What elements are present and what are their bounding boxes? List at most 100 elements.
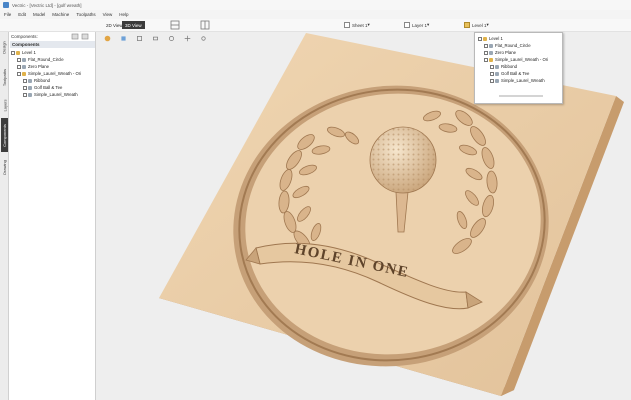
- popup-item-label: Ribbond: [501, 64, 518, 69]
- sheet-dropdown[interactable]: Sheet 1 ▾: [344, 21, 370, 29]
- split-view-icon[interactable]: [200, 20, 210, 30]
- tree-item-label: Zero Plane: [28, 64, 50, 69]
- popup-item-label: Simple_Laurel_Wreath - Ori: [495, 57, 549, 62]
- component-icon: [22, 57, 26, 62]
- tree-item-level-1[interactable]: Level 1: [11, 49, 36, 56]
- chevron-down-icon: ▾: [427, 22, 430, 27]
- tab-drawing-label: Drawing: [2, 159, 8, 175]
- tab-design-label: Design: [2, 40, 8, 54]
- layer-icon: [404, 22, 410, 28]
- component-icon: [489, 43, 493, 48]
- checkbox-icon[interactable]: [484, 43, 488, 48]
- tree-item-golf-ball-tee[interactable]: Golf Ball & Tee: [23, 84, 62, 91]
- level-dropdown-label: Level 1: [472, 22, 487, 28]
- checkbox-icon[interactable]: [484, 57, 488, 62]
- tab-layers[interactable]: Layers: [1, 94, 8, 116]
- popup-item-flat-round-circle[interactable]: Flat_Round_Circle: [484, 42, 531, 49]
- tree-item-zero-plane[interactable]: Zero Plane: [17, 63, 49, 70]
- tree-item-label: Golf Ball & Tee: [34, 85, 63, 90]
- tree-item-label: Simple_Laurel_Wreath: [34, 92, 78, 97]
- menu-view[interactable]: View: [103, 12, 113, 17]
- group-icon: [22, 71, 26, 76]
- level-icon: [464, 22, 470, 28]
- checkbox-icon[interactable]: [23, 85, 27, 90]
- sheet-dropdown-label: Sheet 1: [352, 22, 368, 28]
- tab-components[interactable]: Components: [1, 118, 8, 152]
- menu-edit[interactable]: Edit: [18, 12, 26, 17]
- menu-help[interactable]: Help: [119, 12, 128, 17]
- tab-drawing[interactable]: Drawing: [1, 154, 8, 180]
- checkbox-icon[interactable]: [490, 78, 494, 83]
- side-tab-bar: Design Toolpaths Layers Components Drawi…: [0, 32, 9, 400]
- tab-2d-view-label: 2D View: [106, 22, 123, 28]
- menu-file[interactable]: File: [4, 12, 11, 17]
- components-header: Components: [10, 41, 95, 48]
- component-icon: [22, 64, 26, 69]
- components-label: Components:: [11, 34, 38, 39]
- checkbox-icon[interactable]: [11, 50, 15, 55]
- popup-item-laurel-wreath[interactable]: Simple_Laurel_Wreath: [490, 77, 545, 84]
- checkbox-icon[interactable]: [23, 92, 27, 97]
- menu-machine[interactable]: Machine: [52, 12, 69, 17]
- checkbox-icon[interactable]: [490, 64, 494, 69]
- popup-item-level-1[interactable]: Level 1: [478, 35, 503, 42]
- checkbox-icon[interactable]: [17, 71, 21, 76]
- panel-pin-icon[interactable]: [81, 33, 89, 40]
- tab-design[interactable]: Design: [1, 34, 8, 60]
- tree-item-flat-round-circle[interactable]: Flat_Round_Circle: [17, 56, 64, 63]
- popup-item-label: Zero Plane: [495, 50, 517, 55]
- popup-item-label: Golf Ball & Tee: [501, 71, 530, 76]
- component-icon: [28, 92, 32, 97]
- component-icon: [495, 71, 499, 76]
- chevron-down-icon: ▾: [486, 22, 489, 27]
- toolbar: 2D View 3D View Sheet 1 ▾ Layer 1 ▾ Leve…: [0, 19, 631, 32]
- component-icon: [28, 78, 32, 83]
- popup-item-laurel-wreath-group[interactable]: Simple_Laurel_Wreath - Ori: [484, 56, 548, 63]
- checkbox-icon[interactable]: [23, 78, 27, 83]
- tree-item-laurel-wreath-group[interactable]: Simple_Laurel_Wreath - Ori: [17, 70, 81, 77]
- checkbox-icon[interactable]: [17, 64, 21, 69]
- menu-model[interactable]: Model: [33, 12, 45, 17]
- popup-item-label: Flat_Round_Circle: [495, 43, 531, 48]
- sheet-icon: [344, 22, 350, 28]
- tab-3d-view-label: 3D View: [125, 22, 142, 28]
- checkbox-icon[interactable]: [484, 50, 488, 55]
- group-icon: [489, 57, 493, 62]
- checkbox-icon[interactable]: [478, 36, 482, 41]
- tree-item-label: Level 1: [22, 50, 36, 55]
- popup-item-zero-plane[interactable]: Zero Plane: [484, 49, 516, 56]
- tree-item-label: Simple_Laurel_Wreath - Ori: [28, 71, 82, 76]
- level-dropdown[interactable]: Level 1 ▾: [464, 21, 489, 29]
- popup-item-label: Level 1: [489, 36, 503, 41]
- tree-item-label: Flat_Round_Circle: [28, 57, 64, 62]
- layer-dropdown[interactable]: Layer 1 ▾: [404, 21, 429, 29]
- app-logo-icon: [3, 2, 9, 8]
- components-header-label: Components: [12, 42, 40, 47]
- popup-scrollbar[interactable]: [499, 95, 543, 97]
- tab-toolpaths[interactable]: Toolpaths: [1, 62, 8, 92]
- popup-item-golf-ball-tee[interactable]: Golf Ball & Tee: [490, 70, 529, 77]
- level-icon: [16, 50, 20, 55]
- tab-toolpaths-label: Toolpaths: [2, 68, 7, 86]
- tree-item-ribbond[interactable]: Ribbond: [23, 77, 50, 84]
- tab-3d-view[interactable]: 3D View: [122, 21, 145, 29]
- layout-icon[interactable]: [170, 20, 180, 30]
- popup-item-label: Simple_Laurel_Wreath: [501, 78, 545, 83]
- golf-ball-dimples: [370, 127, 436, 193]
- level-icon: [483, 36, 487, 41]
- popup-item-ribbond[interactable]: Ribbond: [490, 63, 517, 70]
- component-icon: [495, 64, 499, 69]
- tree-item-label: Ribbond: [34, 78, 51, 83]
- components-panel: Components: Components Level 1 Flat_Roun…: [9, 32, 96, 400]
- checkbox-icon[interactable]: [17, 57, 21, 62]
- level-dropdown-popup[interactable]: Level 1 Flat_Round_Circle Zero Plane Sim…: [474, 32, 563, 104]
- window-title: Vectric - [Vectric Ltd] - [golf wreath]: [12, 2, 82, 8]
- panel-options-icon[interactable]: [71, 33, 79, 40]
- tab-components-label: Components: [2, 123, 7, 147]
- tree-item-laurel-wreath[interactable]: Simple_Laurel_Wreath: [23, 91, 78, 98]
- menu-toolpaths[interactable]: Toolpaths: [76, 12, 95, 17]
- checkbox-icon[interactable]: [490, 71, 494, 76]
- component-icon: [28, 85, 32, 90]
- component-icon: [495, 78, 499, 83]
- title-bar: Vectric - [Vectric Ltd] - [golf wreath]: [0, 0, 631, 10]
